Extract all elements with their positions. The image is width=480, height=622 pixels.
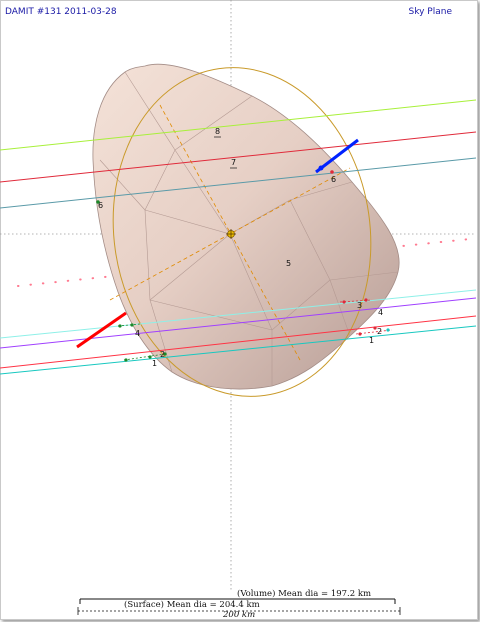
chord-label-2-left: 2	[160, 350, 165, 359]
surface-mean-diameter: (Surface) Mean dia = 204.4 km	[124, 599, 260, 610]
chord-label-6-right: 6	[331, 175, 336, 184]
negative-pole-marker	[76, 311, 127, 349]
chord-label-4-right: 4	[378, 308, 383, 317]
chord-label-1-right: 1	[369, 336, 374, 345]
chord-label-2-right: 2	[377, 327, 382, 336]
chord-label-3: 3	[357, 301, 362, 310]
scale-bar: (Volume) Mean dia = 197.2 km (Surface) M…	[77, 588, 401, 620]
scale-length: 200 km	[222, 610, 255, 620]
sky-plane-plot: 8 7 6 6 5 3 4 4 1 2 2 1 (Volume) Mean di…	[0, 0, 477, 620]
chord-label-6-left: 6	[98, 201, 103, 210]
volume-mean-diameter: (Volume) Mean dia = 197.2 km	[237, 588, 371, 599]
chord-label-8: 8	[215, 127, 220, 136]
chord-label-4-left: 4	[135, 329, 140, 338]
chord-label-5: 5	[286, 259, 291, 268]
chord-label-7: 7	[231, 158, 236, 167]
chord-label-1-left: 1	[152, 359, 157, 368]
